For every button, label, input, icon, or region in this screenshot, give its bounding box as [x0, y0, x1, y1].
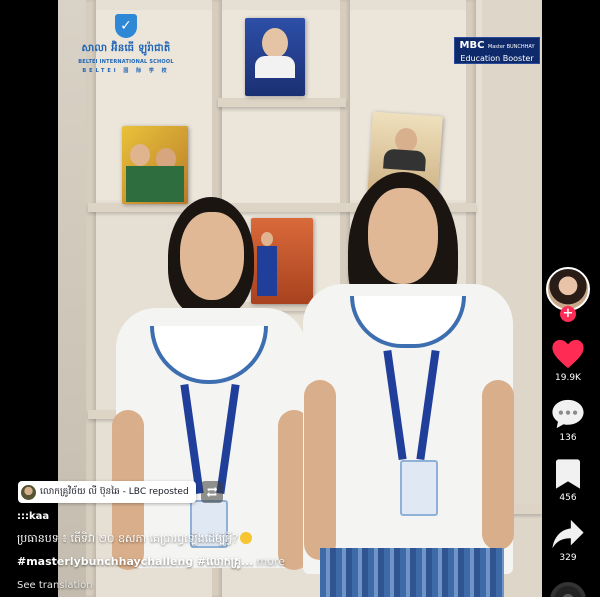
- brand-logo: MBC Master BUNCHHAY Education Booster: [454, 37, 540, 64]
- comment-count: 136: [559, 433, 577, 443]
- book-cover: [251, 218, 313, 304]
- share-count: 329: [559, 553, 577, 563]
- save-button[interactable]: 456: [546, 458, 590, 503]
- caption-text: ប្រធានបទ ៖ តើទិវា ២០ ឧសភា គេប្រារព្ធឡើងដ…: [17, 532, 253, 548]
- like-count: 19.9K: [555, 373, 581, 383]
- book-cover: [122, 126, 188, 204]
- brand-title: MBC: [459, 40, 485, 51]
- shelf-upright: [86, 0, 96, 597]
- like-button[interactable]: 19.9K: [546, 338, 590, 383]
- see-translation-link[interactable]: See translation: [17, 580, 93, 591]
- hashtag-links[interactable]: #masterlybunchhaychalleng #លោកគ្រូ...: [17, 555, 253, 568]
- school-name-sub: BELTEI 国 际 学 校: [82, 68, 170, 74]
- shelf-board: [218, 98, 346, 107]
- share-icon: [552, 519, 584, 549]
- reposter-avatar: [21, 484, 36, 500]
- creator-avatar[interactable]: [546, 267, 590, 311]
- caption-hashtags: #masterlybunchhaychalleng #លោកគ្រូ... mor…: [17, 555, 285, 571]
- save-count: 456: [559, 493, 577, 503]
- video-player[interactable]: [58, 0, 542, 597]
- bookmark-icon: [556, 459, 580, 489]
- school-logo: ✓ សាលា អ៊ិនធើ ឡូរ៉ាជាតិ BELTEI INTERNATI…: [74, 14, 178, 74]
- follow-button[interactable]: +: [560, 306, 576, 322]
- school-name-english: BELTEI INTERNATIONAL SCHOOL: [78, 59, 174, 65]
- caption-text-body: ប្រធានបទ ៖ តើទិវា ២០ ឧសភា គេប្រារព្ធឡើងដ…: [17, 532, 239, 545]
- comment-button[interactable]: 136: [546, 398, 590, 443]
- repost-badge[interactable]: លោកគ្រូវិច័យ លី ប៊ុនឆៃ - LBC reposted: [18, 481, 196, 503]
- more-link[interactable]: more: [256, 555, 285, 568]
- creator-username[interactable]: :::kaa: [17, 511, 49, 522]
- shield-check-icon: ✓: [115, 14, 137, 38]
- share-button[interactable]: 329: [546, 518, 590, 563]
- thinking-emoji-icon: [240, 532, 253, 544]
- repost-button[interactable]: [201, 481, 223, 503]
- heart-icon: [552, 339, 584, 369]
- book-cover: [245, 18, 305, 96]
- repost-label: លោកគ្រូវិច័យ លី ប៊ុនឆៃ - LBC reposted: [40, 486, 189, 497]
- tiktok-video-screen: ✓ សាលា អ៊ិនធើ ឡូរ៉ាជាតិ BELTEI INTERNATI…: [0, 0, 600, 597]
- brand-tag: Master BUNCHHAY: [487, 44, 535, 50]
- plus-icon: +: [562, 306, 574, 321]
- comment-icon: [552, 399, 584, 429]
- brand-subtitle: Education Booster: [460, 54, 534, 63]
- school-name-khmer: សាលា អ៊ិនធើ ឡូរ៉ាជាតិ: [81, 43, 171, 54]
- repost-icon: [206, 486, 218, 498]
